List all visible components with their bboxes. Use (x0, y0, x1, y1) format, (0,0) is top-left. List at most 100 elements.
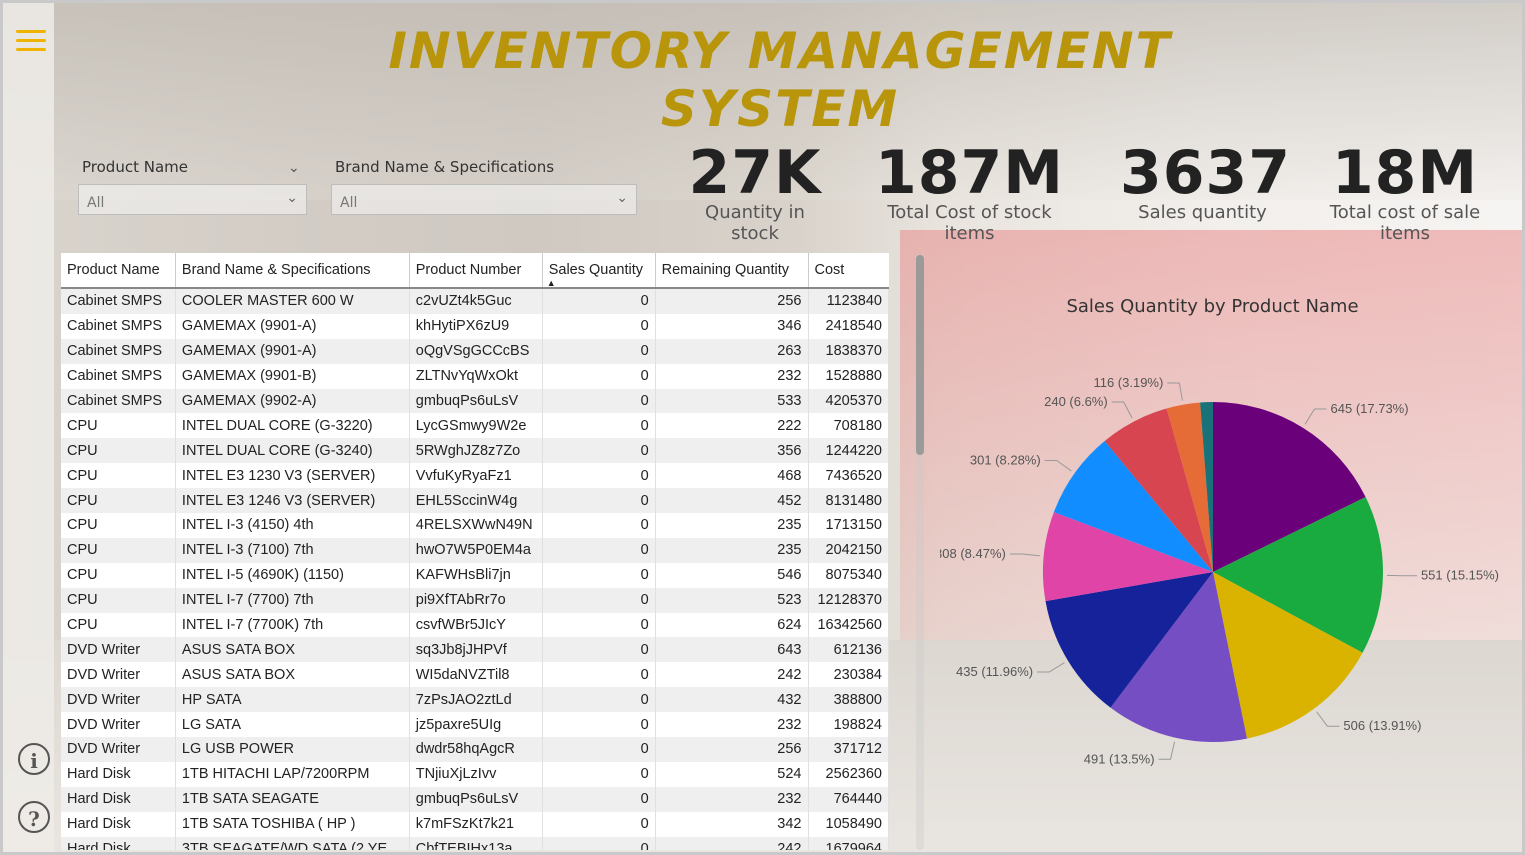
table-row[interactable]: Hard Disk 1TB SATA TOSHIBA ( HP ) k7mFSzKt… (61, 811, 889, 837)
table-cell: 242 (655, 836, 809, 850)
table-cell: c2vUZt4k5Guc (409, 288, 543, 314)
pie-data-label: 506 (13.91%) (1343, 718, 1421, 733)
table-cell: 0 (542, 662, 656, 688)
page-title: INVENTORY MANAGEMENT SYSTEM (388, 22, 1172, 138)
table-cell: 1TB HITACHI LAP/7200RPM (175, 761, 410, 787)
table-cell: Cabinet SMPS (61, 313, 176, 339)
table-row[interactable]: DVD Writer ASUS SATA BOX WI5daNVZTil8 0 242 2… (61, 662, 889, 688)
column-header-product-number[interactable]: Product Number (409, 253, 543, 289)
table-cell: 0 (542, 712, 656, 738)
hamburger-menu-icon[interactable] (16, 30, 46, 54)
table-cell: 0 (542, 488, 656, 514)
table-cell: 1838370 (808, 338, 889, 364)
table-cell: pi9XfTAbRr7o (409, 587, 543, 613)
data-label-leader-line (1158, 741, 1176, 760)
table-row[interactable]: Hard Disk 1TB HITACHI LAP/7200RPM TNjiuXjL… (61, 761, 889, 787)
table-cell: 7436520 (808, 463, 889, 489)
pie-data-label: 240 (6.6%) (1044, 394, 1108, 409)
table-cell: 256 (655, 288, 809, 314)
data-label-leader-line (1111, 401, 1133, 419)
column-header-product-name[interactable]: Product Name (61, 253, 176, 289)
table-row[interactable]: CPU INTEL E3 1246 V3 (SERVER) EHL5SccinW4g… (61, 488, 889, 514)
table-cell: 708180 (808, 413, 889, 439)
table-row[interactable]: CPU INTEL I-7 (7700K) 7th csvfWBr5JIcY 0 624… (61, 612, 889, 638)
info-icon[interactable]: i (18, 743, 50, 775)
table-cell: k7mFSzKt7k21 (409, 811, 543, 837)
table-cell: ZLTNvYqWxOkt (409, 363, 543, 389)
column-header-brand[interactable]: Brand Name & Specifications (175, 253, 410, 289)
chevron-down-icon[interactable]: ⌄ (286, 190, 298, 206)
scrollbar-thumb[interactable] (916, 255, 924, 455)
table-cell: GAMEMAX (9901-A) (175, 338, 410, 364)
table-row[interactable]: Cabinet SMPS GAMEMAX (9902-A) gmbuqPs6uLsV… (61, 388, 889, 414)
pie-data-label: 116 (3.19%) (1093, 375, 1163, 390)
table-row[interactable]: CPU INTEL I-3 (7100) 7th hwO7W5P0EM4a 0 235 2… (61, 537, 889, 563)
table-cell: 1713150 (808, 513, 889, 538)
table-scrollbar[interactable] (916, 253, 924, 850)
table-cell: Cabinet SMPS (61, 388, 176, 414)
table-row[interactable]: CPU INTEL E3 1230 V3 (SERVER) VvfuKyRyaFz1… (61, 463, 889, 489)
table-cell: gmbuqPs6uLsV (409, 786, 543, 812)
product-name-dropdown[interactable]: All ⌄ (78, 184, 307, 215)
column-header-cost[interactable]: Cost (808, 253, 889, 289)
table-cell: DVD Writer (61, 637, 176, 663)
table-row[interactable]: CPU INTEL I-5 (4690K) (1150) KAFWHsBli7jn 0… (61, 562, 889, 588)
table-row[interactable]: Cabinet SMPS GAMEMAX (9901-A) khHytiPX6zU9… (61, 313, 889, 339)
table-cell: 242 (655, 662, 809, 688)
brand-name-dropdown[interactable]: All ⌄ (331, 184, 637, 215)
table-cell: 198824 (808, 712, 889, 738)
table-cell: 346 (655, 313, 809, 339)
table-row[interactable]: Cabinet SMPS GAMEMAX (9901-B) ZLTNvYqWxOkt… (61, 363, 889, 389)
table-row[interactable]: DVD Writer ASUS SATA BOX sq3Jb8jJHPVf 0 643 6… (61, 637, 889, 663)
table-row[interactable]: CPU INTEL DUAL CORE (G-3220) LycGSmwy9W2e 0… (61, 413, 889, 439)
table-cell: 1679964 (808, 836, 889, 850)
chevron-down-icon[interactable]: ⌄ (616, 190, 628, 206)
table-cell: 388800 (808, 687, 889, 713)
table-cell: Cabinet SMPS (61, 338, 176, 364)
table-cell: INTEL I-3 (7100) 7th (175, 537, 410, 563)
chevron-down-icon[interactable]: ⌄ (288, 160, 300, 176)
table-cell: 0 (542, 288, 656, 314)
table-cell: Hard Disk (61, 836, 176, 850)
table-cell: 612136 (808, 637, 889, 663)
product-name-slicer[interactable]: Product Name ⌄ All ⌄ (78, 158, 307, 215)
help-icon[interactable]: ? (18, 801, 50, 833)
table-cell: 524 (655, 761, 809, 787)
table-row[interactable]: CPU INTEL DUAL CORE (G-3240) 5RWghJZ8z7Zo 0… (61, 438, 889, 464)
column-header-remaining-quantity[interactable]: Remaining Quantity (655, 253, 809, 289)
pie-data-label: 645 (17.73%) (1331, 401, 1409, 416)
table-row[interactable]: CPU INTEL I-3 (4150) 4th 4RELSXWwN49N 0 235 1… (61, 513, 889, 538)
table-cell: INTEL DUAL CORE (G-3240) (175, 438, 410, 464)
table-row[interactable]: Hard Disk 3TB SEAGATE/WD SATA (2 YE CbfTEB… (61, 836, 889, 850)
brand-name-slicer[interactable]: Brand Name & Specifications All ⌄ (331, 158, 637, 215)
sales-quantity-pie-chart[interactable]: 645 (17.73%) 551 (15.15%) 506 (13.91%) 491 … (940, 330, 1500, 790)
table-cell: 371712 (808, 737, 889, 762)
table-row[interactable]: Cabinet SMPS COOLER MASTER 600 Wc2vUZt4k5… (61, 288, 889, 314)
table-row[interactable]: Hard Disk 1TB SATA SEAGATE gmbuqPs6uLsV 0 23… (61, 786, 889, 812)
table-row[interactable]: DVD Writer LG USB POWER dwdr58hqAgcR 0 256 37… (61, 737, 889, 762)
table-cell: khHytiPX6zU9 (409, 313, 543, 339)
kpi-card-quantity-in-stock: 27K Quantity in stock (680, 138, 830, 244)
table-cell: GAMEMAX (9902-A) (175, 388, 410, 414)
pie-data-label: 301 (8.28%) (970, 452, 1041, 467)
table-cell: ASUS SATA BOX (175, 662, 410, 688)
table-row[interactable]: Cabinet SMPS GAMEMAX (9901-A) oQgVSgGCCcBS… (61, 338, 889, 364)
table-cell: KAFWHsBli7jn (409, 562, 543, 588)
column-header-sales-quantity[interactable]: Sales Quantity ▲ (542, 253, 656, 289)
table-cell: INTEL DUAL CORE (G-3220) (175, 413, 410, 439)
table-cell: INTEL I-5 (4690K) (1150) (175, 562, 410, 588)
table-cell: LycGSmwy9W2e (409, 413, 543, 439)
table-cell: 4RELSXWwN49N (409, 513, 543, 538)
table-row[interactable]: DVD Writer LG SATA jz5paxre5UIg 0 232 198824 (61, 712, 889, 738)
header-label: Sales Quantity (548, 262, 644, 278)
table-cell: CPU (61, 488, 176, 514)
table-cell: 342 (655, 811, 809, 837)
table-cell: DVD Writer (61, 737, 176, 762)
table-cell: 1123840 (808, 288, 889, 314)
inventory-table[interactable]: Product Name Brand Name & Specifications… (61, 253, 889, 850)
table-row[interactable]: CPU INTEL I-7 (7700) 7th pi9XfTAbRr7o 0 523 1… (61, 587, 889, 613)
table-row[interactable]: DVD Writer HP SATA 7zPsJAO2ztLd 0 432 388800 (61, 687, 889, 713)
table-cell: CPU (61, 587, 176, 613)
table-cell: 0 (542, 537, 656, 563)
table-cell: CPU (61, 513, 176, 538)
